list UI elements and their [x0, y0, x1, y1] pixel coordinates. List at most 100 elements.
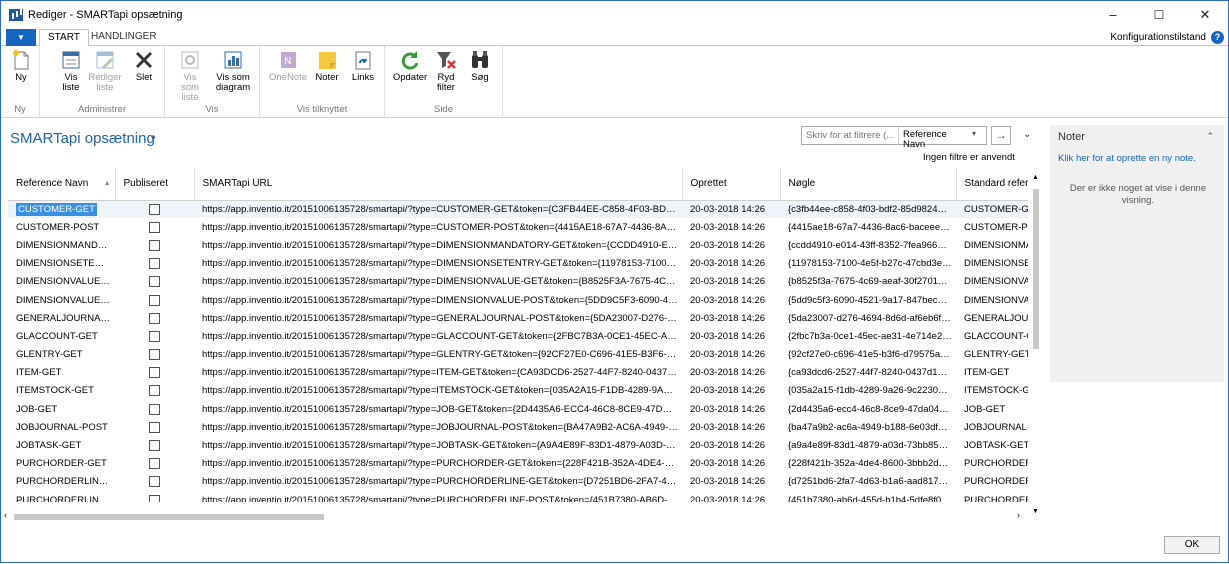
cell-standard-reference[interactable]: CUSTOMER-GET: [956, 200, 1028, 219]
cell-publiseret[interactable]: [115, 291, 194, 309]
table-row[interactable]: GLACCOUNT-GET https://app.inventio.it/201…: [8, 327, 1028, 345]
cell-reference-navn[interactable]: JOB-GET: [8, 400, 115, 418]
cell-smartapi-url[interactable]: https://app.inventio.it/20151006135728/s…: [194, 218, 682, 236]
cell-publiseret[interactable]: [115, 418, 194, 436]
cell-reference-navn[interactable]: PURCHORDERLINE-P...: [8, 491, 115, 502]
cell-publiseret[interactable]: [115, 382, 194, 400]
create-note-link[interactable]: Klik her for at oprette en ny note.: [1058, 153, 1196, 164]
table-row[interactable]: PURCHORDERLINE-P... https://app.inventio.…: [8, 491, 1028, 502]
cell-oprettet[interactable]: 20-03-2018 14:26: [682, 291, 780, 309]
vertical-scrollbar[interactable]: ▲ ▼: [1031, 174, 1041, 515]
publiseret-checkbox[interactable]: [149, 312, 160, 324]
cell-smartapi-url[interactable]: https://app.inventio.it/20151006135728/s…: [194, 382, 682, 400]
cell-smartapi-url[interactable]: https://app.inventio.it/20151006135728/s…: [194, 400, 682, 418]
chevron-down-icon[interactable]: ▾: [972, 129, 976, 138]
cell-standard-reference[interactable]: PURCHORDER-GET: [956, 455, 1028, 473]
column-header-reference-navn[interactable]: Reference Navn ▲: [8, 168, 116, 201]
cell-oprettet[interactable]: 20-03-2018 14:26: [682, 436, 780, 454]
apply-filter-button[interactable]: →: [991, 126, 1011, 145]
cell-reference-navn[interactable]: JOBJOURNAL-POST: [8, 418, 115, 436]
cell-publiseret[interactable]: [115, 309, 194, 327]
publiseret-checkbox[interactable]: [149, 258, 160, 270]
table-row[interactable]: CUSTOMER-GET https://app.inventio.it/2015…: [8, 200, 1028, 219]
table-row[interactable]: JOBJOURNAL-POST https://app.inventio.it/2…: [8, 418, 1028, 436]
cell-publiseret[interactable]: [115, 273, 194, 291]
table-row[interactable]: DIMENSIONMANDAT... https://app.inventio.i…: [8, 236, 1028, 254]
horizontal-scrollbar[interactable]: ‹ ›: [1, 510, 1028, 523]
cell-reference-navn[interactable]: ITEM-GET: [8, 364, 115, 382]
cell-publiseret[interactable]: [115, 255, 194, 273]
cell-standard-reference[interactable]: JOBJOURNAL-POST: [956, 418, 1028, 436]
onenote-button[interactable]: N OneNote: [268, 49, 308, 83]
table-row[interactable]: CUSTOMER-POST https://app.inventio.it/201…: [8, 218, 1028, 236]
column-header-noegle[interactable]: Nøgle: [780, 168, 957, 201]
cell-publiseret[interactable]: [115, 236, 194, 254]
cell-oprettet[interactable]: 20-03-2018 14:26: [682, 309, 780, 327]
close-button[interactable]: ✕: [1182, 1, 1228, 29]
links-button[interactable]: Links: [348, 49, 378, 83]
refresh-button[interactable]: Opdater: [390, 49, 430, 83]
cell-smartapi-url[interactable]: https://app.inventio.it/20151006135728/s…: [194, 291, 682, 309]
minimize-button[interactable]: –: [1090, 1, 1136, 29]
publiseret-checkbox[interactable]: [149, 330, 160, 342]
cell-publiseret[interactable]: [115, 400, 194, 418]
cell-reference-navn[interactable]: GLACCOUNT-GET: [8, 327, 115, 345]
cell-smartapi-url[interactable]: https://app.inventio.it/20151006135728/s…: [194, 418, 682, 436]
cell-publiseret[interactable]: [115, 473, 194, 491]
cell-publiseret[interactable]: [115, 436, 194, 454]
table-row[interactable]: GLENTRY-GET https://app.inventio.it/20151…: [8, 346, 1028, 364]
cell-publiseret[interactable]: [115, 346, 194, 364]
cell-smartapi-url[interactable]: https://app.inventio.it/20151006135728/s…: [194, 327, 682, 345]
cell-reference-navn[interactable]: PURCHORDER-GET: [8, 455, 115, 473]
cell-standard-reference[interactable]: DIMENSIONVALUE-GET: [956, 273, 1028, 291]
cell-reference-navn[interactable]: GLENTRY-GET: [8, 346, 115, 364]
table-row[interactable]: ITEM-GET https://app.inventio.it/20151006…: [8, 364, 1028, 382]
cell-oprettet[interactable]: 20-03-2018 14:26: [682, 400, 780, 418]
cell-smartapi-url[interactable]: https://app.inventio.it/20151006135728/s…: [194, 236, 682, 254]
cell-oprettet[interactable]: 20-03-2018 14:26: [682, 255, 780, 273]
cell-standard-reference[interactable]: GENERALJOURNAL-POST: [956, 309, 1028, 327]
cell-smartapi-url[interactable]: https://app.inventio.it/20151006135728/s…: [194, 273, 682, 291]
cell-oprettet[interactable]: 20-03-2018 14:26: [682, 473, 780, 491]
table-row[interactable]: DIMENSIONVALUE-P... https://app.inventio.…: [8, 291, 1028, 309]
ok-button[interactable]: OK: [1164, 536, 1220, 554]
publiseret-checkbox[interactable]: [149, 221, 160, 233]
publiseret-checkbox[interactable]: [149, 367, 160, 379]
page-title[interactable]: SMARTapi opsætning: [10, 130, 155, 147]
cell-standard-reference[interactable]: ITEM-GET: [956, 364, 1028, 382]
cell-standard-reference[interactable]: JOB-GET: [956, 400, 1028, 418]
scroll-up-icon[interactable]: ▲: [1032, 174, 1039, 181]
new-button[interactable]: Ny: [9, 49, 33, 83]
publiseret-checkbox[interactable]: [149, 458, 160, 470]
cell-smartapi-url[interactable]: https://app.inventio.it/20151006135728/s…: [194, 346, 682, 364]
cell-oprettet[interactable]: 20-03-2018 14:26: [682, 418, 780, 436]
publiseret-checkbox[interactable]: [149, 349, 160, 361]
tab-start[interactable]: START: [39, 29, 89, 47]
table-row[interactable]: PURCHORDERLINE-G... https://app.inventio.…: [8, 473, 1028, 491]
cell-oprettet[interactable]: 20-03-2018 14:26: [682, 346, 780, 364]
cell-noegle[interactable]: {4415ae18-67a7-4436-8ac6-baceee4210...: [780, 218, 956, 236]
publiseret-checkbox[interactable]: [149, 403, 160, 415]
column-header-oprettet[interactable]: Oprettet: [682, 168, 781, 201]
cell-noegle[interactable]: {5dd9c5f3-6090-4521-9a17-847bec6f39...: [780, 291, 956, 309]
cell-oprettet[interactable]: 20-03-2018 14:26: [682, 200, 780, 219]
column-header-smartapi-url[interactable]: SMARTapi URL: [194, 168, 683, 201]
cell-smartapi-url[interactable]: https://app.inventio.it/20151006135728/s…: [194, 491, 682, 502]
cell-reference-navn[interactable]: DIMENSIONVALUE-P...: [8, 291, 115, 309]
cell-oprettet[interactable]: 20-03-2018 14:26: [682, 382, 780, 400]
cell-oprettet[interactable]: 20-03-2018 14:26: [682, 364, 780, 382]
app-menu-button[interactable]: ▼: [6, 29, 36, 46]
cell-smartapi-url[interactable]: https://app.inventio.it/20151006135728/s…: [194, 309, 682, 327]
cell-standard-reference[interactable]: GLENTRY-GET: [956, 346, 1028, 364]
cell-standard-reference[interactable]: PURCHORDERLINE-POST: [956, 491, 1028, 502]
help-icon[interactable]: ?: [1211, 31, 1224, 44]
cell-oprettet[interactable]: 20-03-2018 14:26: [682, 491, 780, 502]
publiseret-checkbox[interactable]: [149, 294, 160, 306]
filter-input[interactable]: [802, 127, 897, 144]
delete-button[interactable]: Slet: [130, 49, 158, 83]
cell-noegle[interactable]: {92cf27e0-c696-41e5-b3f6-d79575a3a46...: [780, 346, 956, 364]
horizontal-scroll-thumb[interactable]: [14, 514, 324, 520]
cell-reference-navn[interactable]: DIMENSIONSETENTR...: [8, 255, 115, 273]
collapse-icon[interactable]: ⌃: [1206, 131, 1214, 142]
expand-filter-icon[interactable]: ⌄: [1023, 129, 1031, 140]
